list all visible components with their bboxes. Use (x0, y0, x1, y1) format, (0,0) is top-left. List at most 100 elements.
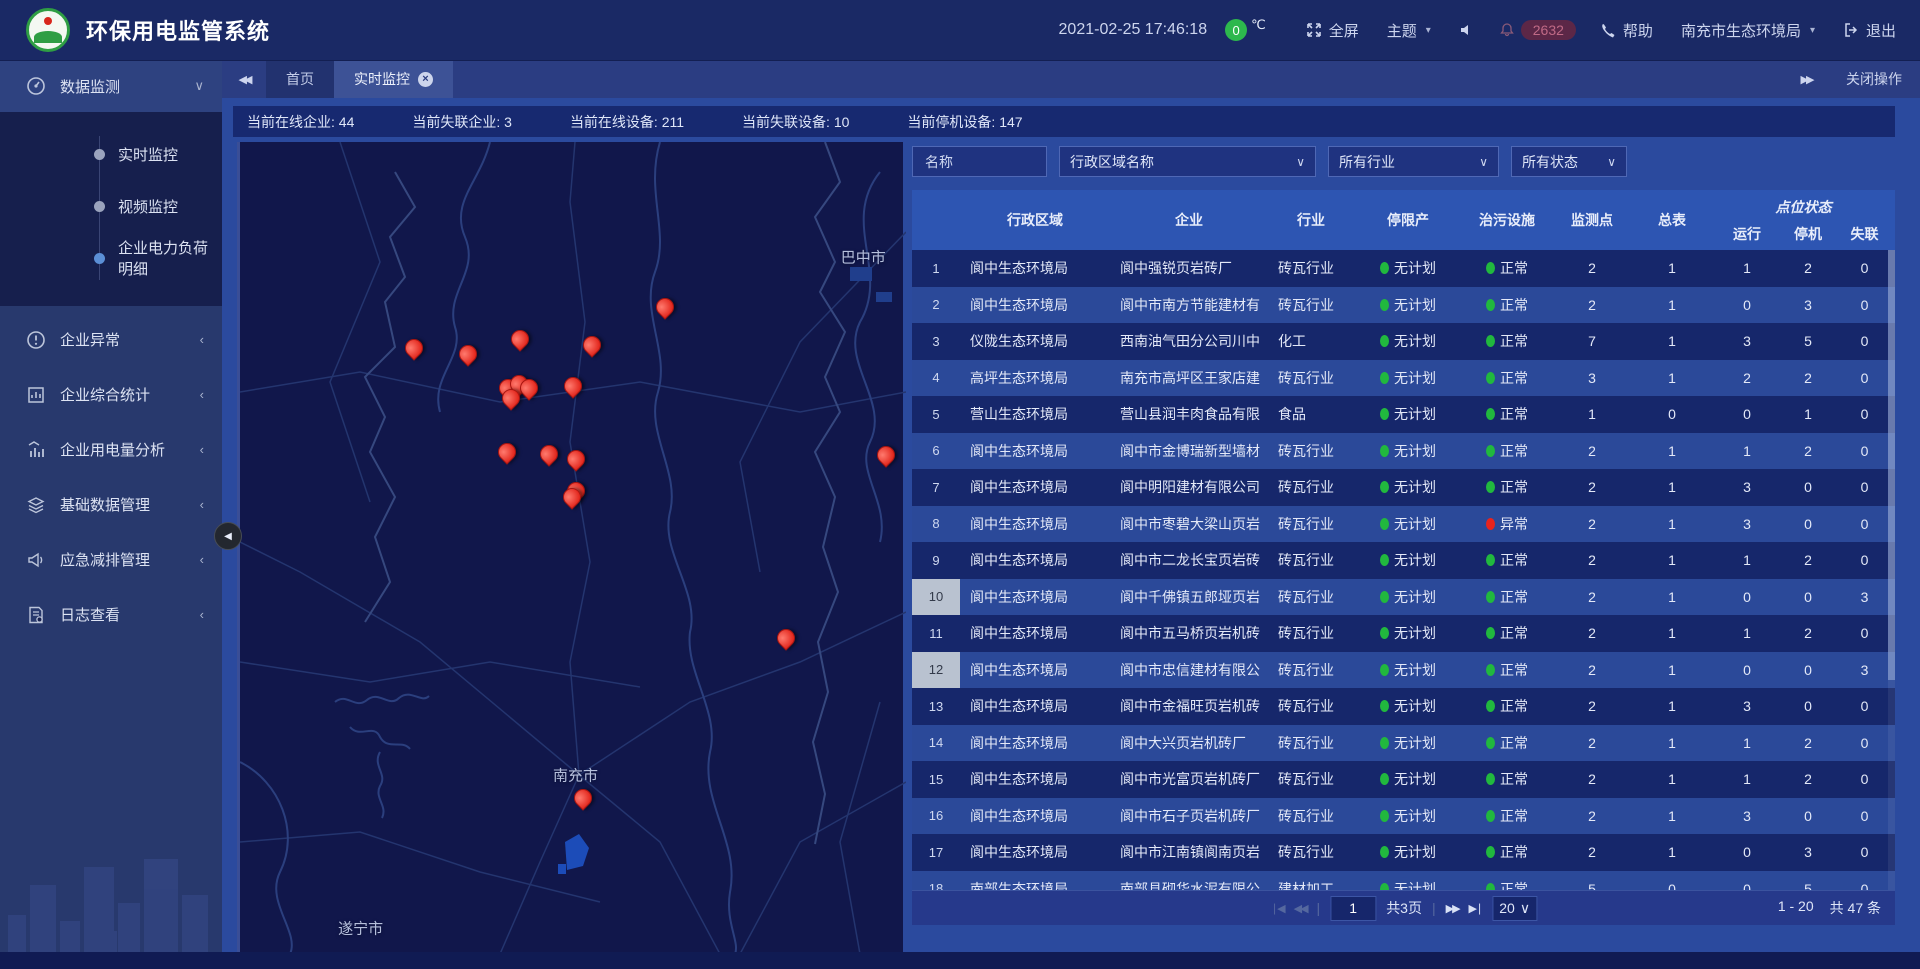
tab-1[interactable]: 实时监控× (334, 60, 453, 98)
table-row-15[interactable]: 15阆中生态环境局阆中市光富页岩机砖厂砖瓦行业无计划正常21120 (912, 761, 1895, 798)
table-header: 行政区域企业行业停限产治污设施监测点总表点位状态运行停机失联 (912, 190, 1895, 250)
cell-rownum: 10 (912, 579, 960, 616)
org-menu[interactable]: 南充市生态环境局 ▾ (1667, 0, 1829, 60)
tabs-scroll-right-button[interactable]: ▶▶ (1784, 73, 1828, 86)
close-icon[interactable]: × (418, 72, 433, 87)
theme-button[interactable]: 主题 ▾ (1373, 0, 1445, 60)
table-row-9[interactable]: 9阆中生态环境局阆中市二龙长宝页岩砖砖瓦行业无计划正常21120 (912, 542, 1895, 579)
map-pin-2[interactable] (507, 326, 532, 351)
prev-page-button[interactable]: ◀◀ (1294, 902, 1307, 915)
sidebar-item-0[interactable]: 数据监测∨ (0, 60, 222, 112)
page-number-input[interactable]: 1 (1330, 896, 1376, 921)
cell-company: 阆中市五马桥页岩机砖 (1110, 615, 1268, 652)
cell-monitor: 2 (1552, 433, 1632, 470)
cell-stop: 2 (1782, 615, 1834, 652)
sidebar-subitem-1[interactable]: 视频监控 (0, 180, 222, 232)
sidebar-item-2[interactable]: 企业综合统计‹ (0, 367, 222, 422)
table-row-8[interactable]: 8阆中生态环境局阆中市枣碧大梁山页岩砖瓦行业无计划异常21300 (912, 506, 1895, 543)
cell-plan-status: 无计划 (1354, 761, 1462, 798)
map-pin-11[interactable] (536, 442, 561, 467)
map-pin-3[interactable] (580, 332, 605, 357)
table-row-18[interactable]: 18南部生态环境局南部县砌华水泥有限公建材加工无计划正常50050 (912, 871, 1895, 891)
table-row-12[interactable]: 12阆中生态环境局阆中市忠信建材有限公砖瓦行业无计划正常21003 (912, 652, 1895, 689)
table-row-3[interactable]: 3仪陇生态环境局西南油气田分公司川中化工无计划正常71350 (912, 323, 1895, 360)
last-page-button[interactable]: ▶❘ (1469, 902, 1483, 915)
table-row-1[interactable]: 1阆中生态环境局阆中强锐页岩砖厂砖瓦行业无计划正常21120 (912, 250, 1895, 287)
status-dot-green (1486, 846, 1495, 858)
table-row-2[interactable]: 2阆中生态环境局阆中市南方节能建材有砖瓦行业无计划正常21030 (912, 287, 1895, 324)
header-col-3: 停限产 (1354, 190, 1462, 250)
first-page-button[interactable]: ❘◀ (1270, 902, 1284, 915)
map-pin-0[interactable] (401, 335, 426, 360)
fullscreen-button[interactable]: 全屏 (1292, 0, 1373, 60)
cell-total: 1 (1632, 652, 1712, 689)
facility-text: 正常 (1500, 879, 1528, 890)
cell-facility-status: 正常 (1462, 688, 1552, 725)
table-row-4[interactable]: 4高坪生态环境局南充市高坪区王家店建砖瓦行业无计划正常31220 (912, 360, 1895, 397)
notifications-button[interactable]: 2632 (1489, 20, 1586, 40)
status-dot-green (1380, 262, 1389, 274)
cell-facility-status: 异常 (1462, 506, 1552, 543)
scrollbar-thumb[interactable] (1888, 250, 1895, 680)
cell-industry: 砖瓦行业 (1268, 615, 1354, 652)
sidebar-item-4[interactable]: 基础数据管理‹ (0, 477, 222, 532)
table-row-13[interactable]: 13阆中生态环境局阆中市金福旺页岩机砖砖瓦行业无计划正常21300 (912, 688, 1895, 725)
table-row-5[interactable]: 5营山生态环境局营山县润丰肉食品有限食品无计划正常10010 (912, 396, 1895, 433)
cell-run: 0 (1712, 871, 1782, 891)
panel-collapse-handle[interactable]: ◀ (214, 522, 242, 550)
sidebar-subitem-2[interactable]: 企业电力负荷明细 (0, 232, 222, 284)
map-pin-1[interactable] (455, 341, 480, 366)
sidebar-item-5[interactable]: 应急减排管理‹ (0, 532, 222, 587)
table-row-10[interactable]: 10阆中生态环境局阆中千佛镇五郎垭页岩砖瓦行业无计划正常21003 (912, 579, 1895, 616)
cell-stop: 0 (1782, 652, 1834, 689)
status-filter-select[interactable]: 所有状态 ∨ (1511, 146, 1627, 177)
plan-text: 无计划 (1394, 258, 1436, 278)
status-dot-green (1486, 773, 1495, 785)
page-size-select[interactable]: 20 ∨ (1492, 896, 1537, 921)
help-button[interactable]: 帮助 (1586, 0, 1667, 60)
table-row-11[interactable]: 11阆中生态环境局阆中市五马桥页岩机砖砖瓦行业无计划正常21120 (912, 615, 1895, 652)
stat-item-4: 当前停机设备: 147 (907, 112, 1022, 132)
cell-monitor: 2 (1552, 469, 1632, 506)
sidebar-item-3[interactable]: 企业用电量分析‹ (0, 422, 222, 477)
map-pin-10[interactable] (494, 439, 519, 464)
map-pin-12[interactable] (564, 447, 589, 472)
cell-company: 阆中明阳建材有限公司 (1110, 469, 1268, 506)
name-filter-input[interactable] (923, 153, 1036, 171)
cell-rownum: 9 (912, 542, 960, 579)
map-canvas[interactable]: 巴中市南充市遂宁市 (237, 142, 903, 954)
table-row-17[interactable]: 17阆中生态环境局阆中市江南镇阆南页岩砖瓦行业无计划正常21030 (912, 834, 1895, 871)
map-pin-9[interactable] (560, 373, 585, 398)
cell-total: 1 (1632, 323, 1712, 360)
close-operations-button[interactable]: 关闭操作 (1828, 69, 1920, 89)
table-row-14[interactable]: 14阆中生态环境局阆中大兴页岩机砖厂砖瓦行业无计划正常21120 (912, 725, 1895, 762)
map-pin-17[interactable] (570, 785, 595, 810)
sidebar-item-1[interactable]: 企业异常‹ (0, 312, 222, 367)
chevron-down-icon: ∨ (1479, 155, 1488, 169)
stat-item-1: 当前失联企业: 3 (412, 112, 512, 132)
cell-company: 南充市高坪区王家店建 (1110, 360, 1268, 397)
mute-button[interactable] (1445, 0, 1489, 60)
chevron-down-icon: ∨ (1296, 155, 1305, 169)
table-row-16[interactable]: 16阆中生态环境局阆中市石子页岩机砖厂砖瓦行业无计划正常21300 (912, 798, 1895, 835)
cell-lost: 0 (1834, 725, 1895, 762)
industry-filter-select[interactable]: 所有行业 ∨ (1328, 146, 1499, 177)
cell-lost: 0 (1834, 798, 1895, 835)
cell-plan-status: 无计划 (1354, 287, 1462, 324)
table-row-6[interactable]: 6阆中生态环境局阆中市金博瑞新型墙材砖瓦行业无计划正常21120 (912, 433, 1895, 470)
sidebar-subitem-0-active[interactable]: 实时监控 (0, 128, 222, 180)
region-filter-select[interactable]: 行政区域名称 ∨ (1059, 146, 1316, 177)
map-pin-4[interactable] (653, 295, 678, 320)
table-scrollbar[interactable] (1888, 250, 1895, 890)
cell-company: 阆中市光富页岩机砖厂 (1110, 761, 1268, 798)
logout-button[interactable]: 退出 (1829, 0, 1920, 60)
next-page-button[interactable]: ▶▶ (1446, 902, 1459, 915)
tabs-scroll-left-button[interactable]: ◀◀ (222, 60, 266, 98)
table-row-7[interactable]: 7阆中生态环境局阆中明阳建材有限公司砖瓦行业无计划正常21300 (912, 469, 1895, 506)
map-pin-16[interactable] (773, 625, 798, 650)
map-pin-15[interactable] (873, 442, 898, 467)
sidebar-item-6[interactable]: 日志查看‹ (0, 587, 222, 642)
stat-item-0: 当前在线企业: 44 (247, 112, 354, 132)
cell-district: 仪陇生态环境局 (960, 323, 1110, 360)
tab-0[interactable]: 首页 (266, 60, 334, 98)
